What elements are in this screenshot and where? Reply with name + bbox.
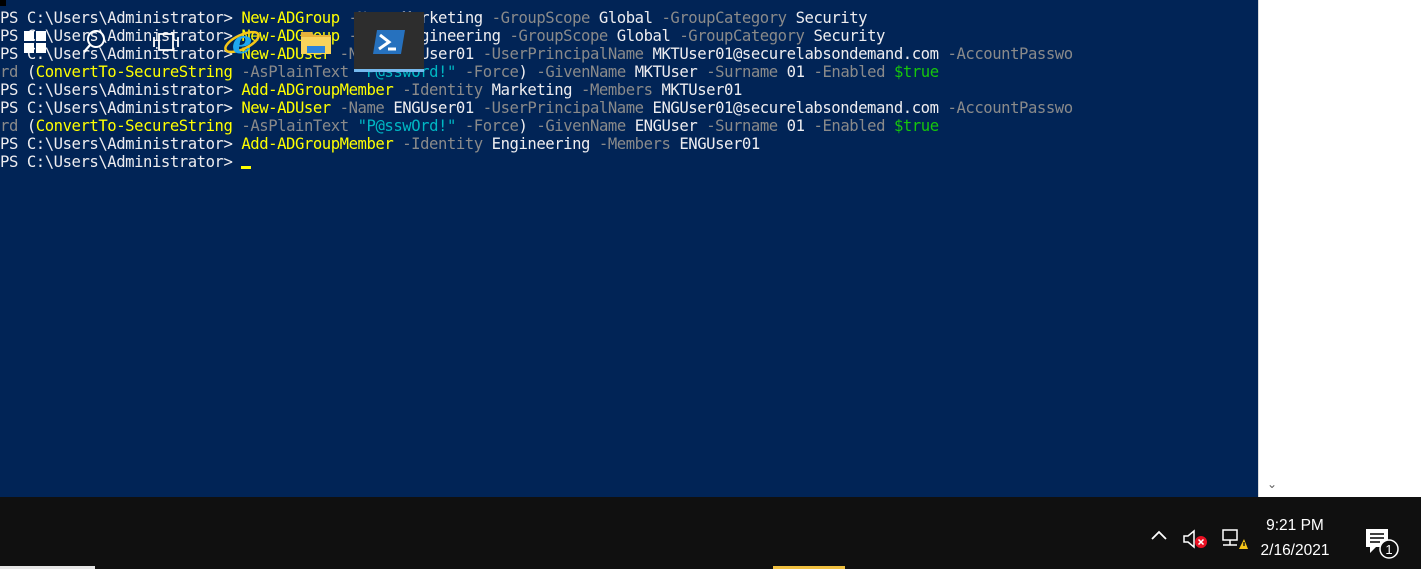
system-clock[interactable]: 9:21 PM 2/16/2021 — [1252, 513, 1338, 563]
console-token-param: -Enabled — [804, 117, 894, 135]
console-token-str: "P@sswOrd!" — [357, 117, 457, 135]
console-token-cmd: Add-ADGroupMember — [241, 81, 394, 99]
console-line: rd (ConvertTo-SecureString -AsPlainText … — [0, 117, 1073, 135]
console-line: PS C:\Users\Administrator> Add-ADGroupMe… — [0, 81, 1073, 99]
console-token-param: -AccountPasswo — [938, 99, 1074, 117]
console-token-param: -AccountPasswo — [938, 45, 1074, 63]
console-token-arg: MKTUser01@securelabsondemand.com — [652, 45, 939, 63]
console-token-var: $true — [893, 117, 939, 135]
console-token-arg: Security — [795, 9, 868, 27]
console-token-prompt: PS C:\Users\Administrator> — [0, 135, 242, 153]
console-token-arg: ENGUser01@securelabsondemand.com — [652, 99, 939, 117]
console-token-param: -GivenName — [536, 63, 635, 81]
console-token-arg: 01 — [786, 63, 805, 81]
console-token-param: -Identity — [393, 135, 492, 153]
desktop-background — [1284, 0, 1421, 497]
show-hidden-icons-chevron-icon[interactable] — [1149, 528, 1169, 547]
console-token-arg: 01 — [786, 117, 805, 135]
clock-date: 2/16/2021 — [1260, 542, 1330, 559]
svg-text:e: e — [232, 24, 252, 60]
action-center-button[interactable]: 1 — [1363, 527, 1399, 564]
notification-icon: 1 — [1366, 529, 1399, 559]
console-token-param: -Enabled — [804, 63, 894, 81]
console-token-var: $true — [893, 63, 939, 81]
powershell-icon — [373, 30, 405, 54]
file-explorer-icon — [301, 32, 331, 54]
console-token-arg: Global — [598, 9, 653, 27]
console-token-param: -Identity — [393, 81, 492, 99]
internet-explorer-button[interactable]: e — [207, 12, 277, 72]
console-token-param: -GivenName — [536, 117, 635, 135]
console-token-prompt: PS C:\Users\Administrator> — [0, 153, 242, 171]
text-cursor — [241, 166, 252, 169]
console-token-cmd: New-ADUser — [241, 99, 331, 117]
console-token-arg: Engineering — [491, 135, 591, 153]
clock-time: 9:21 PM — [1266, 517, 1324, 534]
task-view-button[interactable] — [131, 12, 201, 72]
console-line: PS C:\Users\Administrator> Add-ADGroupMe… — [0, 135, 1073, 153]
console-token-param: -Force — [455, 117, 519, 135]
console-token-param: -Force — [455, 63, 519, 81]
console-token-arg: ) — [518, 63, 537, 81]
console-token-arg: Security — [813, 27, 885, 45]
powershell-button[interactable] — [354, 12, 424, 72]
file-explorer-button[interactable] — [281, 12, 351, 72]
console-token-arg: ) — [518, 117, 537, 135]
console-token-param: -GroupCategory — [670, 27, 814, 45]
console-token-param: -GroupCategory — [652, 9, 796, 27]
console-token-arg: Global — [616, 27, 671, 45]
console-token-arg: ( — [26, 117, 36, 135]
network-warning-icon[interactable] — [1220, 527, 1248, 556]
console-token-arg: Marketing — [491, 81, 573, 99]
console-token-prompt: PS C:\Users\Administrator> — [0, 99, 242, 117]
console-token-arg: ENGUser01 — [393, 99, 474, 117]
console-line: PS C:\Users\Administrator> — [0, 153, 1073, 171]
console-token-param: -AsPlainText — [232, 117, 358, 135]
console-vertical-scrollbar[interactable]: ⌄ — [1258, 0, 1285, 497]
console-token-prompt: PS C:\Users\Administrator> — [0, 81, 242, 99]
console-token-param: -Name — [330, 99, 394, 117]
scroll-down-arrow-icon[interactable]: ⌄ — [1263, 475, 1281, 493]
console-token-param: -Members — [589, 135, 680, 153]
search-button[interactable] — [59, 12, 129, 72]
console-line: PS C:\Users\Administrator> New-ADUser -N… — [0, 99, 1073, 117]
notification-count: 1 — [1385, 542, 1392, 557]
internet-explorer-icon: e — [224, 24, 260, 60]
task-view-icon — [153, 33, 179, 51]
console-token-param: -GroupScope — [500, 27, 617, 45]
console-token-param: -GroupScope — [482, 9, 599, 27]
powershell-console[interactable]: PS C:\Users\Administrator> New-ADGroup -… — [0, 0, 1258, 497]
volume-muted-icon[interactable] — [1182, 528, 1208, 555]
console-token-cmd: ConvertTo-SecureString — [35, 117, 233, 135]
windows-logo-icon — [24, 31, 46, 53]
console-token-param: -Members — [572, 81, 662, 99]
console-token-param: -UserPrincipalName — [473, 99, 653, 117]
console-corner — [0, 0, 6, 6]
console-token-arg: ENGUser01 — [679, 135, 760, 153]
search-icon — [83, 30, 105, 53]
console-token-cmd: Add-ADGroupMember — [241, 135, 394, 153]
console-token-arg: MKTUser01 — [661, 81, 742, 99]
console-token-arg: MKTUser — [634, 63, 698, 81]
console-token-param: -UserPrincipalName — [473, 45, 653, 63]
console-token-param: rd — [0, 117, 27, 135]
console-token-arg: ENGUser — [634, 117, 698, 135]
console-token-param: -Surname — [697, 63, 787, 81]
console-token-param: -Surname — [697, 117, 787, 135]
